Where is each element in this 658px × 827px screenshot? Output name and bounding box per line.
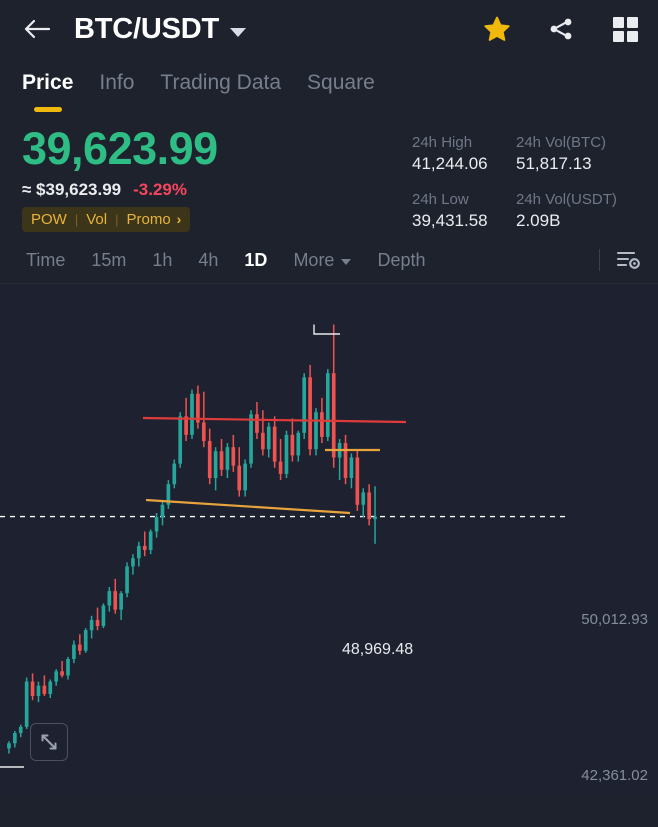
chevron-down-icon[interactable]	[230, 27, 247, 37]
grid-glyph	[612, 16, 638, 42]
page-title: BTC/USDT	[74, 12, 220, 45]
timeframe-15m[interactable]: 15m	[91, 250, 126, 271]
last-price: 39,623.99	[22, 123, 218, 174]
vertical-divider	[599, 249, 600, 271]
timeframe-more-button[interactable]: More	[293, 249, 352, 271]
section-tabs: Price Info Trading Data Square	[0, 58, 658, 110]
stat-24h-vol-btc: 24h Vol(BTC) 51,817.13	[516, 134, 658, 175]
stat-24h-high-value: 41,244.06	[412, 154, 488, 173]
timeframe-bar: Time 15m 1h 4h 1D More Depth	[0, 237, 658, 284]
timeframe-4h[interactable]: 4h	[198, 250, 218, 271]
candlestick-chart[interactable]: BINANCE 50,012.93 42,361.02 34,709.12 27…	[0, 283, 658, 796]
stat-24h-vol-usdt-value: 2.09B	[516, 210, 561, 230]
price-change-percent: -3.29%	[133, 179, 188, 199]
timeframe-1d[interactable]: 1D	[244, 250, 267, 271]
tag-promo[interactable]: Promo	[126, 211, 170, 228]
chevron-right-icon[interactable]: ›	[177, 211, 182, 227]
expand-fullscreen-button[interactable]	[30, 722, 68, 761]
fiat-approx-price: ≈ $39,623.99	[22, 179, 122, 199]
timeframe-bar-right	[599, 245, 644, 275]
chevron-down-icon	[341, 258, 352, 265]
binance-market-detail-screen: BTC/USDT Price Info Trading Data Square …	[0, 0, 658, 827]
tab-square[interactable]: Square	[307, 71, 375, 97]
grid-menu-icon[interactable]	[610, 14, 640, 44]
top-bar-actions	[482, 14, 640, 44]
favorite-star-icon[interactable]	[482, 14, 512, 44]
chart-settings-icon[interactable]	[614, 245, 644, 275]
stat-24h-low: 24h Low 39,431.58	[412, 191, 516, 232]
top-bar: BTC/USDT	[0, 0, 658, 58]
tab-square-label: Square	[307, 71, 375, 94]
tag-divider: |	[74, 211, 79, 227]
stat-24h-vol-usdt: 24h Vol(USDT) 2.09B	[516, 191, 658, 232]
price-left-column: 39,623.99 ≈ $39,623.99 -3.29% POW | Vol …	[22, 124, 412, 232]
promo-tag-bar[interactable]: POW | Vol | Promo ›	[22, 206, 191, 232]
stat-24h-low-label: 24h Low	[412, 190, 469, 208]
stat-24h-high-label: 24h High	[412, 134, 473, 151]
tag-vol[interactable]: Vol	[86, 211, 107, 228]
tag-pow[interactable]: POW	[31, 211, 67, 228]
timeframe-time[interactable]: Time	[26, 250, 65, 271]
tab-price[interactable]: Price	[22, 71, 73, 97]
tab-price-label: Price	[22, 71, 74, 94]
timeframe-more-label: More	[293, 249, 335, 270]
tag-divider: |	[115, 211, 119, 227]
high-annotation-label: 48,969.48	[342, 640, 414, 658]
stat-24h-high: 24h High 41,244.06	[412, 134, 516, 175]
expand-fullscreen-icon	[41, 734, 57, 749]
stat-24h-vol-btc-label: 24h Vol(BTC)	[516, 134, 607, 151]
stat-24h-vol-btc-value: 51,817.13	[516, 154, 592, 173]
depth-button[interactable]: Depth	[377, 250, 425, 271]
y-tick-2: 42,361.02	[581, 766, 648, 784]
tab-trading-data[interactable]: Trading Data	[160, 71, 281, 97]
price-summary: 39,623.99 ≈ $39,623.99 -3.29% POW | Vol …	[0, 110, 658, 238]
tab-info-label: Info	[99, 71, 135, 94]
market-stats: 24h High 41,244.06 24h Vol(BTC) 51,817.1…	[412, 124, 658, 232]
timeframe-1h[interactable]: 1h	[152, 250, 172, 271]
y-tick-1: 50,012.93	[581, 610, 648, 628]
chart-canvas[interactable]	[0, 284, 658, 796]
pair-selector[interactable]: BTC/USDT	[74, 12, 247, 46]
share-icon[interactable]	[546, 14, 576, 44]
back-arrow-icon[interactable]	[22, 14, 52, 44]
tab-info[interactable]: Info	[99, 71, 134, 97]
stat-24h-low-value: 39,431.58	[412, 210, 488, 230]
stat-24h-vol-usdt-label: 24h Vol(USDT)	[516, 190, 617, 208]
price-subline: ≈ $39,623.99 -3.29%	[22, 180, 412, 200]
tab-trading-data-label: Trading Data	[160, 71, 282, 94]
